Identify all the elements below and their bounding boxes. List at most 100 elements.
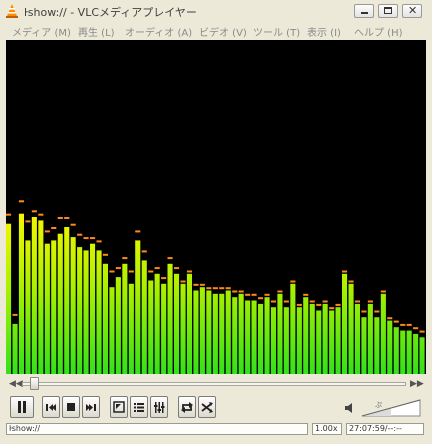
- spectrum-peak: [44, 230, 50, 233]
- spectrum-peak: [348, 280, 354, 283]
- window-title: ŀshow:// - VLCメディアプレイヤー: [24, 6, 197, 19]
- spectrum-bar: [290, 283, 296, 374]
- spectrum-bar: [135, 240, 141, 374]
- spectrum-peak: [51, 227, 57, 229]
- spectrum-peak: [290, 280, 296, 283]
- previous-button[interactable]: [42, 396, 60, 418]
- spectrum-bar: [419, 337, 425, 374]
- spectrum-peak: [70, 223, 76, 226]
- fullscreen-button[interactable]: [110, 396, 128, 418]
- spectrum-bar: [380, 293, 386, 374]
- spectrum-peak: [77, 233, 83, 236]
- seek-forward-icon[interactable]: ▶▶: [410, 379, 424, 389]
- spectrum-bar: [174, 273, 180, 374]
- seek-slider[interactable]: [22, 382, 406, 386]
- spectrum-bar: [167, 263, 173, 374]
- spectrum-peak: [283, 300, 289, 303]
- menu-help[interactable]: ヘルプ (H): [354, 24, 403, 39]
- spectrum-bar: [219, 293, 225, 374]
- spectrum-bar: [348, 283, 354, 374]
- menu-playback[interactable]: 再生 (L): [78, 24, 115, 39]
- spectrum-peak: [258, 297, 264, 300]
- spectrum-bar: [102, 263, 108, 374]
- vlc-window: ŀshow:// - VLCメディアプレイヤー ✕ メディア (M) 再生 (L…: [0, 0, 432, 444]
- random-button[interactable]: [198, 396, 216, 418]
- spectrum-bar: [31, 217, 37, 374]
- loop-button[interactable]: [178, 396, 196, 418]
- close-icon: ✕: [408, 4, 418, 17]
- menu-view[interactable]: 表示 (I): [307, 24, 341, 39]
- spectrum-peak: [367, 300, 373, 303]
- video-area[interactable]: [6, 40, 426, 374]
- spectrum-bar: [342, 273, 348, 374]
- status-mrl: ŀshow://: [6, 423, 308, 435]
- spectrum-bar: [206, 290, 212, 374]
- title-bar[interactable]: ŀshow:// - VLCメディアプレイヤー ✕: [0, 0, 432, 23]
- playlist-button[interactable]: [130, 396, 148, 418]
- spectrum-bar: [6, 223, 12, 374]
- spectrum-peak: [387, 317, 393, 320]
- stop-button[interactable]: [62, 396, 80, 418]
- spectrum-bar: [38, 220, 44, 374]
- spectrum-peak: [180, 280, 186, 283]
- skip-forward-icon: [86, 404, 96, 411]
- menu-audio[interactable]: オーディオ (A): [125, 24, 192, 39]
- spectrum-bar: [161, 283, 167, 374]
- skip-back-icon: [46, 404, 56, 411]
- spectrum-peak: [419, 330, 425, 333]
- spectrum-bar: [258, 303, 264, 374]
- volume-icon[interactable]: [344, 401, 356, 415]
- volume-label: ぷ: [375, 401, 382, 409]
- spectrum-peak: [270, 300, 276, 303]
- menu-video[interactable]: ビデオ (V): [199, 24, 247, 39]
- spectrum-peak: [31, 210, 37, 213]
- spectrum-bar: [413, 333, 419, 374]
- seek-bar-row: ◀◀ ▶▶: [0, 376, 432, 392]
- spectrum-bar: [270, 307, 276, 374]
- extended-settings-button[interactable]: [150, 396, 168, 418]
- spectrum-peak: [212, 287, 218, 290]
- seek-back-icon[interactable]: ◀◀: [9, 379, 23, 389]
- spectrum-peak: [199, 283, 205, 286]
- spectrum-bar: [64, 227, 70, 374]
- spectrum-bar: [51, 240, 57, 374]
- spectrum-bar: [374, 317, 380, 374]
- menu-bar: メディア (M) 再生 (L) オーディオ (A) ビデオ (V) ツール (T…: [0, 22, 432, 40]
- spectrum-bar: [44, 243, 50, 374]
- volume-slider[interactable]: [360, 398, 422, 418]
- next-button[interactable]: [82, 396, 100, 418]
- spectrum-peak: [18, 200, 24, 203]
- vlc-cone-icon: [6, 4, 18, 18]
- spectrum-peak: [380, 290, 386, 293]
- spectrum-bar: [387, 320, 393, 374]
- spectrum-bar: [354, 303, 360, 374]
- spectrum-peak: [38, 213, 44, 216]
- maximize-button[interactable]: [378, 4, 398, 18]
- spectrum-peak: [361, 310, 367, 313]
- spectrum-peak: [264, 293, 270, 296]
- spectrum-peak: [303, 293, 309, 296]
- spectrum-peak: [413, 327, 419, 330]
- spectrum-bar: [251, 300, 257, 374]
- spectrum-bar: [406, 330, 412, 374]
- spectrum-peak: [400, 323, 406, 326]
- seek-handle[interactable]: [29, 377, 39, 390]
- close-button[interactable]: ✕: [402, 4, 422, 18]
- spectrum-bar: [148, 280, 154, 374]
- menu-media[interactable]: メディア (M): [12, 24, 71, 39]
- pause-button[interactable]: [10, 396, 34, 418]
- spectrum-bar: [180, 283, 186, 374]
- spectrum-peak: [122, 257, 128, 260]
- menu-tools[interactable]: ツール (T): [253, 24, 300, 39]
- status-time[interactable]: 27:07:59/--:--: [346, 423, 424, 435]
- status-speed[interactable]: 1.00x: [312, 423, 342, 435]
- spectrum-bar: [18, 213, 24, 374]
- spectrum-bar: [128, 283, 134, 374]
- spectrum-bar: [303, 297, 309, 374]
- spectrum-bar: [57, 233, 63, 374]
- minimize-button[interactable]: [354, 4, 374, 18]
- spectrum-bar: [245, 300, 251, 374]
- spectrum-bar: [361, 317, 367, 374]
- spectrum-peak: [6, 213, 12, 216]
- spectrum-peak: [128, 270, 134, 273]
